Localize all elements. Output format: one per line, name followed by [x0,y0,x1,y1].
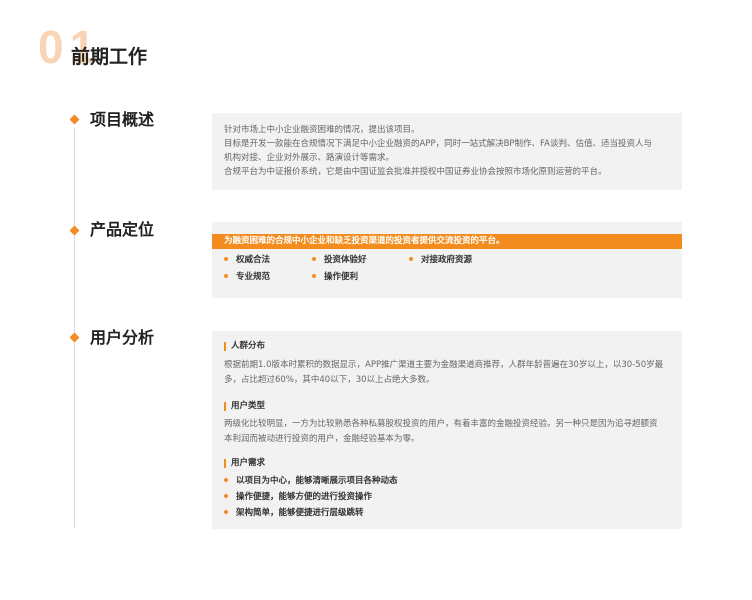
paragraph-line: 根据前期1.0版本时累积的数据显示，APP推广渠道主要为金融渠道商推荐，人群年龄… [224,360,664,370]
bullet-dot [409,256,413,261]
section-title-positioning: 产品定位 [90,220,155,239]
need-item: 操作便捷，能够方便的进行投资操作 [224,493,372,502]
paragraph-line: 多，占比超过60%，其中40以下，30以上占绝大多数。 [224,375,435,385]
overview-line: 目标是开发一款能在合规情况下满足中小企业融资的APP，同时一站式解决BP制作、F… [224,139,652,149]
overview-line: 针对市场上中小企业融资困难的情况，提出该项目。 [224,125,420,135]
section-title-overview: 项目概述 [90,110,155,129]
analysis-card: 人群分布 根据前期1.0版本时累积的数据显示，APP推广渠道主要为金融渠道商推荐… [212,331,682,529]
bullet-item: 投资体验好 [312,256,367,265]
crowd-paragraph: 根据前期1.0版本时累积的数据显示，APP推广渠道主要为金融渠道商推荐，人群年龄… [224,358,670,388]
need-label: 架构简单，能够便捷进行层级跳转 [236,508,364,518]
bullet-item: 对接政府资源 [409,256,472,265]
bullet-label: 专业规范 [236,272,271,282]
bullet-item: 权威合法 [224,256,270,265]
positioning-banner: 为融资困难的合规中小企业和缺乏投资渠道的投资者提供交流投资的平台。 [212,234,682,249]
subheading-needs: 用户需求 [224,459,265,468]
section-marker-positioning [69,225,80,236]
subheading-crowd: 人群分布 [224,342,265,351]
page-title: 前期工作 [71,46,148,68]
paragraph-line: 本利润而被动进行投资的用户，金融经验基本为零。 [224,434,420,444]
bullet-dot [312,256,316,261]
overview-card: 针对市场上中小企业融资困难的情况，提出该项目。 目标是开发一款能在合规情况下满足… [212,113,682,190]
section-marker-overview [69,114,80,125]
subheading-type: 用户类型 [224,402,265,411]
overview-line: 机构对接、企业对外展示、路演设计等需求。 [224,153,395,163]
bullet-dot [224,256,228,261]
timeline-line [74,128,75,528]
positioning-bullets: 权威合法 投资体验好 对接政府资源 专业规范 操作便利 [212,249,682,294]
section-marker-analysis [69,332,80,343]
bullet-item: 操作便利 [312,273,358,282]
bullet-label: 投资体验好 [324,255,367,265]
need-label: 以项目为中心，能够清晰展示项目各种动态 [236,476,398,486]
bullet-label: 对接政府资源 [421,255,473,265]
bullet-dot [312,273,316,278]
section-title-analysis: 用户分析 [90,328,155,347]
need-label: 操作便捷，能够方便的进行投资操作 [236,492,373,502]
bullet-dot [224,273,228,278]
bullet-dot [224,477,228,482]
bullet-label: 操作便利 [324,272,359,282]
bullet-item: 专业规范 [224,273,270,282]
overview-line: 合规平台为中证报价系统，它是由中国证监会批准并授权中国证券业协会按照市场化原则运… [224,167,607,177]
positioning-card: 为融资困难的合规中小企业和缺乏投资渠道的投资者提供交流投资的平台。 权威合法 投… [212,222,682,298]
bullet-dot [224,509,228,514]
need-item: 以项目为中心，能够清晰展示项目各种动态 [224,477,398,486]
need-item: 架构简单，能够便捷进行层级跳转 [224,509,364,518]
paragraph-line: 两级化比较明显，一方为比较熟悉各种私募股权投资的用户，有着丰富的金融投资经验。另… [224,419,658,429]
bullet-label: 权威合法 [236,255,271,265]
bullet-dot [224,493,228,498]
type-paragraph: 两级化比较明显，一方为比较熟悉各种私募股权投资的用户，有着丰富的金融投资经验。另… [224,417,670,447]
